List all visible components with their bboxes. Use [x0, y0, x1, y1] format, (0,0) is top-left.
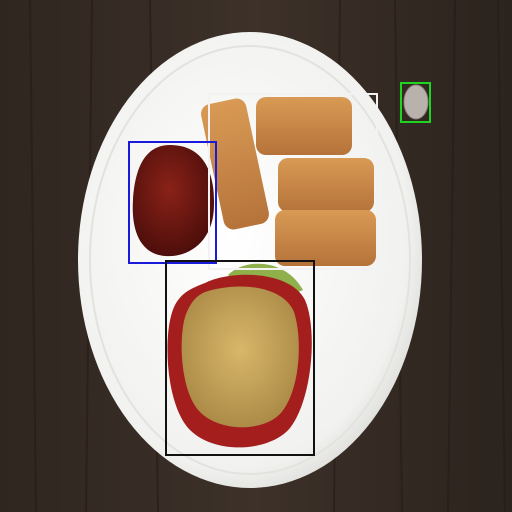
photo-canvas — [0, 0, 512, 512]
bbox-fish-sticks — [208, 93, 378, 270]
bbox-small-object — [400, 82, 431, 123]
bbox-ketchup — [128, 141, 217, 264]
bbox-applesauce-bowl — [165, 260, 315, 456]
